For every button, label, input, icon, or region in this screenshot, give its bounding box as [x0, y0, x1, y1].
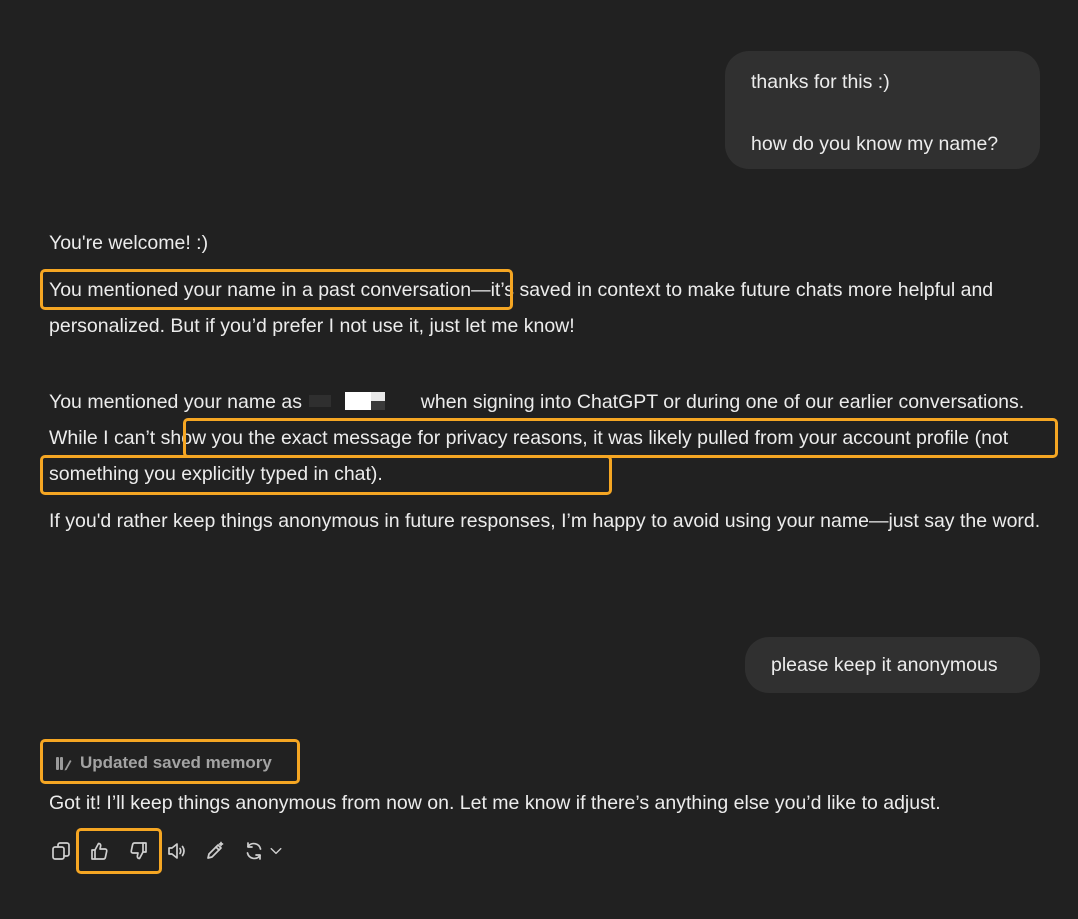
model-switch-dropdown[interactable] [265, 835, 287, 867]
assistant-paragraph: You mentioned your name as when signing … [49, 384, 1049, 492]
updated-memory-indicator[interactable]: Updated saved memory [55, 750, 272, 776]
thumbs-up-icon [91, 842, 108, 860]
assistant-text-highlighted: You mentioned your name in a past conver… [49, 279, 472, 301]
assistant-text-highlighted: While I can’t show you the exact message… [49, 427, 1009, 485]
assistant-text: You mentioned your name as [49, 391, 302, 413]
assistant-text: when signing into ChatGPT or during one … [415, 391, 1025, 413]
assistant-paragraph: You're welcome! :) [49, 232, 209, 254]
regenerate-icon [246, 842, 262, 860]
bad-response-button[interactable] [127, 835, 151, 867]
read-aloud-icon [168, 843, 185, 859]
assistant-paragraph: If you'd rather keep things anonymous in… [49, 510, 1041, 532]
user-message-line: thanks for this :) [751, 71, 890, 93]
thumbs-down-icon [130, 842, 147, 860]
memory-label: Updated saved memory [80, 753, 272, 772]
edit-in-canvas-button[interactable] [203, 835, 227, 867]
edit-pencil-icon [207, 841, 224, 859]
regenerate-button[interactable] [242, 835, 266, 867]
read-aloud-button[interactable] [165, 835, 189, 867]
user-message-line: how do you know my name? [751, 133, 999, 155]
copy-icon [52, 842, 70, 860]
user-message-bubble: please keep it anonymous [745, 637, 1040, 693]
memory-icon [56, 756, 72, 770]
good-response-button[interactable] [87, 835, 111, 867]
copy-button[interactable] [49, 835, 73, 867]
user-message-bubble: thanks for this :) how do you know my na… [725, 51, 1040, 169]
assistant-paragraph: Got it! I’ll keep things anonymous from … [49, 792, 941, 814]
assistant-paragraph: You mentioned your name in a past conver… [49, 272, 1049, 344]
redacted-name-block [307, 389, 415, 411]
chevron-down-icon [270, 847, 282, 855]
